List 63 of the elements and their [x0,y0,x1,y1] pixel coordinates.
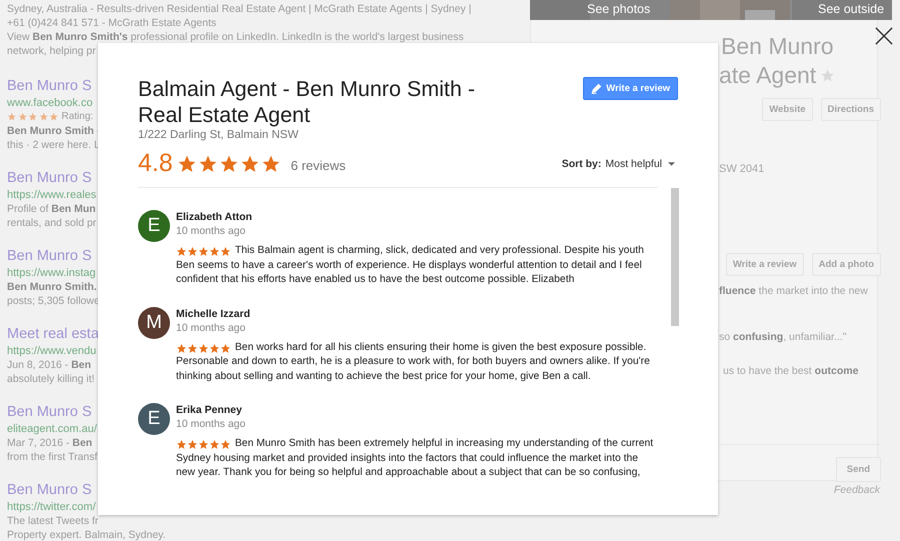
review-time: 10 months ago [176,417,246,432]
panel-button[interactable]: Website [762,98,813,121]
result-title-link[interactable]: Meet real esta [7,325,99,344]
review-time: 10 months ago [176,224,246,239]
sort-dropdown[interactable]: Most helpful [605,158,675,170]
result-snippet: rentals, and sold pr [7,216,96,230]
pencil-icon [591,83,602,94]
result-snippet: network, helping pr [7,44,96,58]
review-snippet: us to have the best outcome [723,364,858,378]
caret-icon [668,162,675,166]
review-snippet: so confusing, unfamiliar..." [719,330,846,344]
result-url: https://www.instag [7,266,96,280]
result-snippet: Profile of Ben Mun [7,202,96,216]
panel-button[interactable]: Add a photo [812,253,881,276]
panel-title: Ben Munro [721,32,834,61]
result-title-link[interactable]: Ben Munro S [7,77,92,96]
result-snippet: The latest Tweets fr [7,514,98,528]
reviewer-name[interactable]: Erika Penney [176,403,242,417]
result-snippet: Jun 8, 2016 - Ben [7,358,92,372]
panel-button[interactable]: Write a review [726,253,804,276]
reviewer-name[interactable]: Elizabeth Atton [176,210,252,224]
avatar: M [138,306,170,338]
reviewer-name[interactable]: Michelle Izzard [176,306,250,320]
dialog-address: 1/222 Darling St, Balmain NSW [138,129,300,141]
result-title-link[interactable]: Ben Munro S [7,481,92,500]
review-count: 6 reviews [290,158,346,172]
result-snippet: View Ben Munro Smith's professional profile on LinkedIn. LinkedIn is the world's largest business [7,30,464,44]
rating-score: 4.8 [138,149,173,178]
result-title-link[interactable]: Ben Munro S [7,403,92,422]
result-snippet: Property expert. Balmain, Sydney. [7,528,166,541]
star-icon[interactable] [820,68,836,83]
review-text: Ben works hard for all his clients ensuring their home is given the best exposure possible. Personable and down to earth, he is a pleasure to work with, for both buyers and owners alike. If you're thinking about selling and wanting to achieve the best price for your home, give Ben a call. [176,340,651,384]
result-snippet: from the first Transf [7,450,98,464]
avatar: E [138,210,170,242]
result-snippet: Ben Munro Smith. [7,280,97,294]
result-snippet: absolutely killing it! [7,372,95,386]
panel-address: SW 2041 [719,163,764,175]
result-title-link[interactable]: Ben Munro S [7,169,92,188]
result-url: www.facebook.co [7,96,93,110]
write-review-button[interactable]: Write a review [583,77,678,100]
result-snippet: Sydney, Australia - Results-driven Residential Real Estate Agent | McGrath Estate Agents | Sydney | [7,2,472,16]
result-snippet: +61 (0)424 841 571 - McGrath Estate Agents [7,16,216,30]
rating-label: Rating: [62,110,94,124]
see-photos-link[interactable]: See photos [587,2,650,16]
sort-label: Sort by: [562,158,602,170]
result-snippet: Mar 7, 2016 - Ben [7,436,92,450]
result-title-link[interactable]: Ben Munro S [7,247,92,266]
review-text: Ben Munro Smith has been extremely helpful in increasing my understanding of the current Sydney housing market and provided insights into the factors that could influence the market into the new year. Thank you for being so helpful and approachable about a subject that can be so confusing, [176,437,654,480]
review-text: This Balmain agent is charming, slick, dedicated and very professional. Despite his youth Ben seems to have a career's worth of experience. He displays wonderful attention to detail and I feel confident that his efforts have enabled us to have the best outcome possible. Elizabeth [176,244,645,287]
feedback-link[interactable]: Feedback [834,484,880,496]
dialog-title: Balmain Agent - Ben Munro Smith - Real Estate Agent [138,76,476,128]
panel-title: ate Agent [719,61,816,90]
avatar: E [138,403,170,435]
review-time: 10 months ago [176,320,246,336]
result-url: https://www.reales [7,188,96,202]
send-button[interactable]: Send [836,457,881,482]
result-url: eliteagent.com.au/ [7,422,97,436]
review-snippet: fluence the market into the new [719,284,868,298]
scrollbar[interactable] [671,188,679,326]
close-icon[interactable] [875,27,893,45]
result-url: https://www.vendu [7,344,96,358]
panel-button[interactable]: Directions [820,98,881,121]
result-url: https://twitter.com/ [7,500,96,514]
